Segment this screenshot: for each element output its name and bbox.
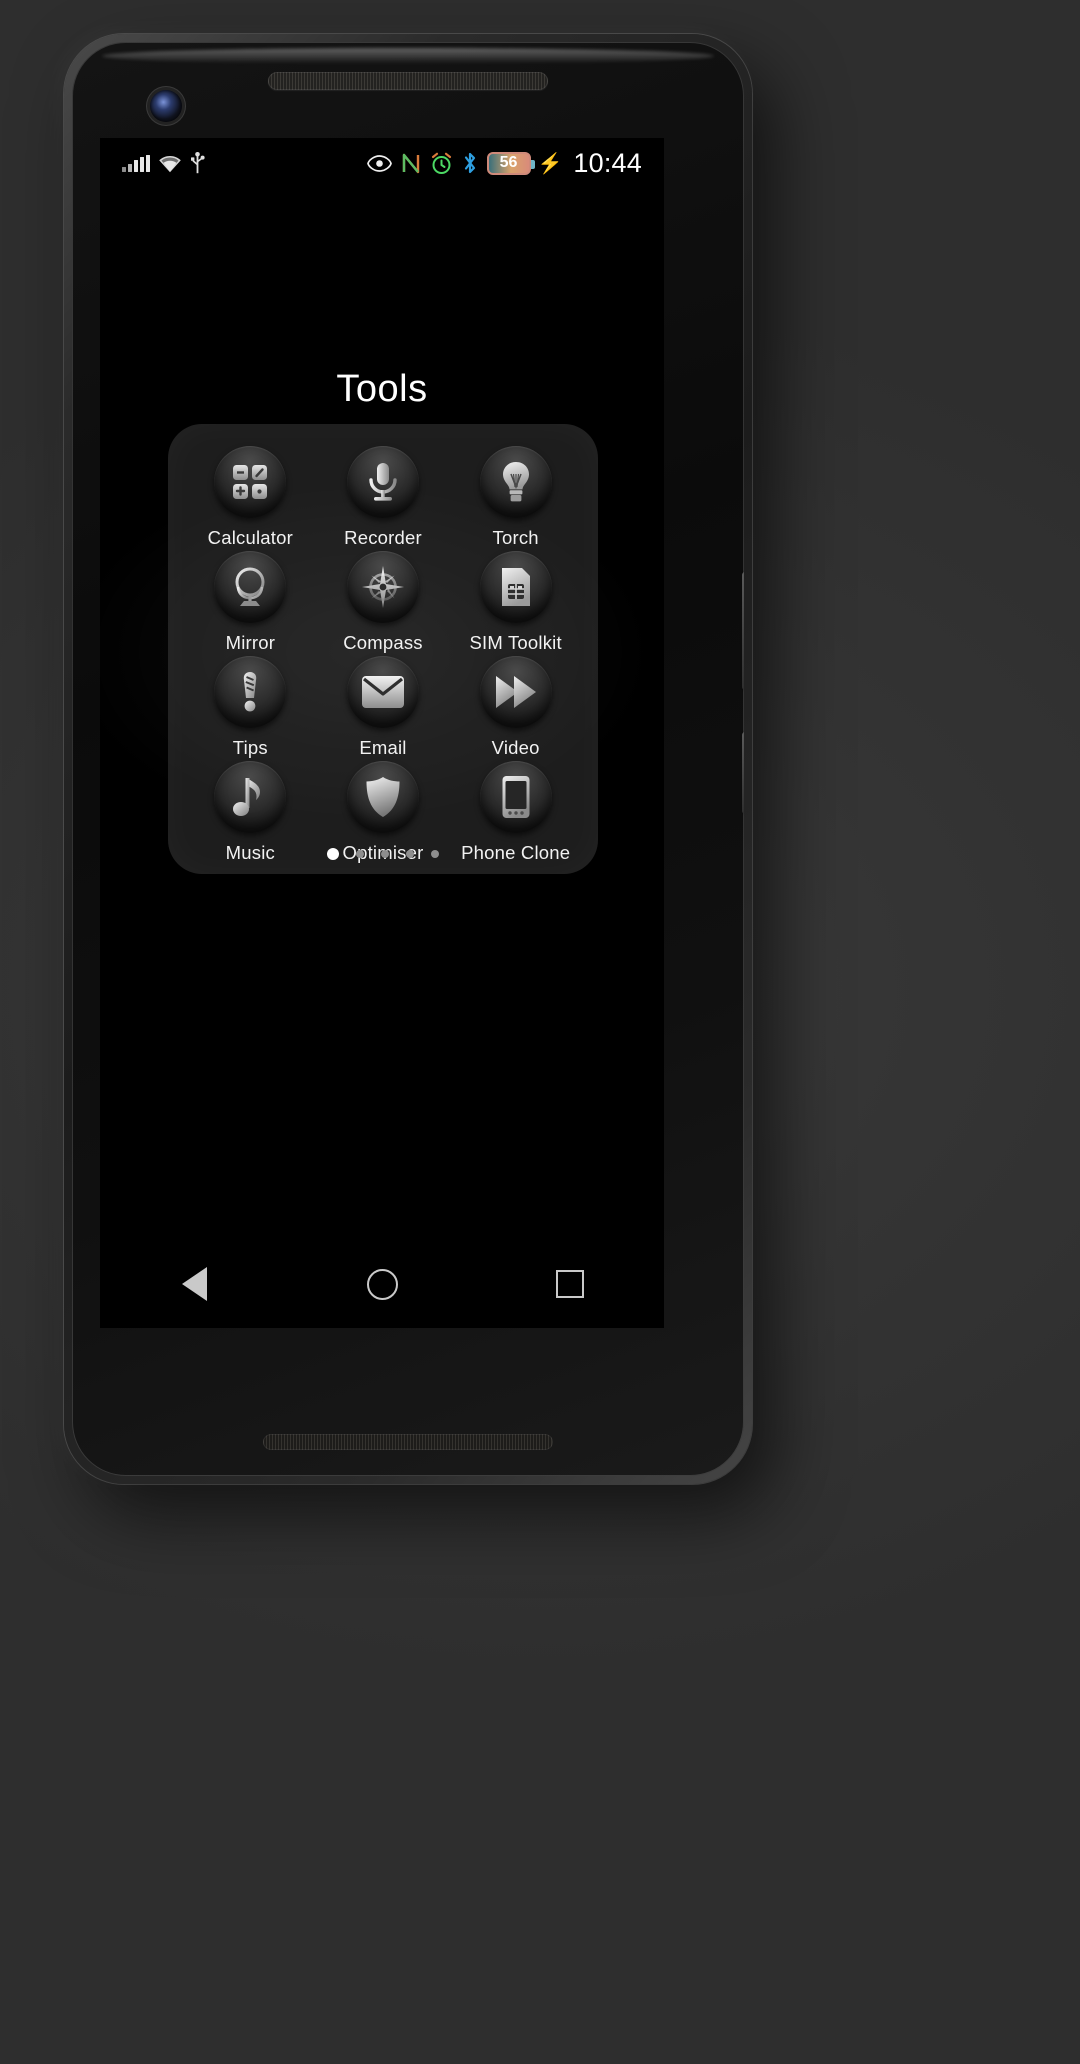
- eye-comfort-icon: [366, 154, 392, 172]
- nav-recents-button[interactable]: [515, 1240, 625, 1328]
- microphone-icon: [346, 446, 419, 518]
- page-dot-2[interactable]: [356, 850, 364, 858]
- app-email[interactable]: Email: [317, 656, 450, 759]
- page-dot-1[interactable]: [327, 848, 339, 860]
- navigation-bar: [100, 1240, 664, 1328]
- usb-icon: [191, 152, 205, 174]
- battery-level: 56: [499, 154, 518, 171]
- app-label: Compass: [343, 632, 423, 653]
- alarm-icon: [431, 152, 451, 174]
- app-torch[interactable]: Torch: [449, 446, 582, 549]
- mirror-icon: [214, 551, 287, 623]
- app-sim-toolkit[interactable]: SIM Toolkit: [449, 551, 582, 654]
- volume-button[interactable]: [742, 572, 744, 690]
- battery-icon: 56: [486, 151, 535, 175]
- exclamation-icon: [214, 656, 287, 728]
- app-video[interactable]: Video: [449, 656, 582, 759]
- phone-device: 56 ⚡ 10:44 Tools Calculator Recorder Tor…: [64, 34, 752, 1484]
- bezel-gloss: [102, 48, 714, 64]
- home-circle-icon: [366, 1268, 398, 1300]
- app-label: SIM Toolkit: [469, 632, 562, 653]
- page-indicator[interactable]: [168, 848, 598, 860]
- calculator-icon: [214, 446, 287, 518]
- charging-bolt-icon: ⚡: [537, 152, 563, 175]
- nfc-icon: [402, 153, 419, 173]
- status-bar-clock: 10:44: [573, 147, 642, 178]
- battery-indicator: 56 ⚡: [486, 151, 563, 176]
- compass-icon: [346, 551, 419, 623]
- folder-panel: Calculator Recorder Torch Mirror Compass…: [168, 424, 598, 874]
- phone-device-icon: [479, 761, 552, 833]
- app-label: Mirror: [225, 632, 276, 653]
- status-bar-left: [122, 152, 205, 174]
- app-recorder[interactable]: Recorder: [317, 446, 450, 549]
- folder-title: Tools: [336, 368, 428, 410]
- app-mirror[interactable]: Mirror: [184, 551, 317, 654]
- sim-card-icon: [479, 551, 552, 623]
- page-dot-3[interactable]: [381, 850, 389, 858]
- app-label: Recorder: [344, 527, 422, 548]
- app-label: Video: [491, 737, 540, 758]
- phone-chassis: 56 ⚡ 10:44 Tools Calculator Recorder Tor…: [72, 42, 744, 1476]
- back-triangle-icon: [181, 1267, 207, 1301]
- power-button[interactable]: [742, 732, 744, 814]
- status-bar: 56 ⚡ 10:44: [100, 138, 664, 188]
- phone-screen: 56 ⚡ 10:44 Tools Calculator Recorder Tor…: [100, 138, 664, 1328]
- bottom-speaker-icon: [263, 1434, 553, 1450]
- play-double-icon: [479, 656, 552, 728]
- earpiece-speaker-icon: [268, 72, 548, 90]
- app-grid: Calculator Recorder Torch Mirror Compass…: [184, 446, 582, 864]
- page-dot-4[interactable]: [406, 850, 414, 858]
- signal-bars-icon: [122, 154, 150, 172]
- wifi-icon: [159, 155, 181, 172]
- shield-icon: [346, 761, 419, 833]
- nav-home-button[interactable]: [327, 1240, 437, 1328]
- nav-back-button[interactable]: [139, 1240, 249, 1328]
- app-label: Torch: [492, 527, 539, 548]
- bluetooth-icon: [464, 152, 475, 174]
- recents-square-icon: [556, 1270, 584, 1298]
- page-dot-5[interactable]: [431, 850, 439, 858]
- app-compass[interactable]: Compass: [317, 551, 450, 654]
- envelope-icon: [346, 656, 419, 728]
- app-label: Calculator: [207, 527, 293, 548]
- app-calculator[interactable]: Calculator: [184, 446, 317, 549]
- app-label: Tips: [232, 737, 268, 758]
- status-bar-right: 56 ⚡ 10:44: [366, 147, 642, 179]
- app-tips[interactable]: Tips: [184, 656, 317, 759]
- desk-backdrop: 56 ⚡ 10:44 Tools Calculator Recorder Tor…: [0, 0, 1080, 2064]
- music-note-icon: [214, 761, 287, 833]
- lightbulb-icon: [479, 446, 552, 518]
- app-label: Email: [359, 737, 407, 758]
- front-camera-icon: [150, 90, 182, 122]
